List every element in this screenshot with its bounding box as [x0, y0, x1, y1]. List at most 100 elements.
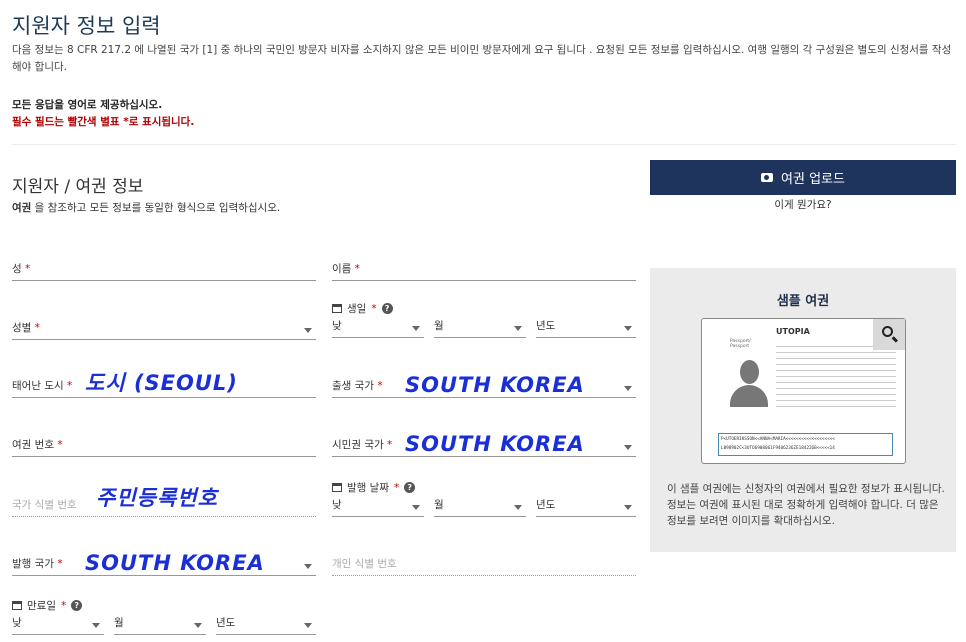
- chevron-down-icon: [624, 445, 632, 450]
- expiry-date-label: 만료일 *?: [12, 598, 83, 613]
- handwritten-national-id: 주민등록번호: [96, 486, 218, 510]
- calendar-icon: [12, 601, 22, 610]
- issue-day-select[interactable]: 낮: [332, 499, 424, 517]
- birth-day-select[interactable]: 낮: [332, 320, 424, 338]
- chevron-down-icon: [514, 326, 522, 331]
- birth-city-label: 태어난 도시: [12, 380, 64, 392]
- surname-label: 성: [12, 263, 22, 275]
- month-label: 월: [114, 617, 124, 629]
- upload-passport-button[interactable]: 여권 업로드: [650, 160, 956, 195]
- year-label: 년도: [536, 499, 556, 511]
- zoom-icon[interactable]: [873, 319, 905, 350]
- mrz-box: P<UTOERIKSSON<<ANNA<MARIA<<<<<<<<<<<<<<<…: [718, 433, 893, 456]
- sex-select[interactable]: 성별 *: [12, 322, 316, 340]
- handwritten-citizenship: SOUTH KOREA: [405, 432, 585, 456]
- upload-label: 여권 업로드: [781, 172, 845, 187]
- calendar-icon: [332, 483, 342, 492]
- passport-number-field[interactable]: 여권 번호 *: [12, 439, 316, 457]
- issue-month-select[interactable]: 월: [434, 499, 526, 517]
- expiry-date-text: 만료일: [27, 600, 56, 612]
- help-icon[interactable]: ?: [404, 482, 416, 493]
- chevron-down-icon: [412, 505, 420, 510]
- sample-title: 샘플 여권: [776, 294, 830, 309]
- camera-icon: [761, 173, 774, 182]
- help-icon[interactable]: ?: [71, 600, 83, 611]
- chevron-down-icon: [304, 328, 312, 333]
- birth-year-select[interactable]: 년도: [536, 320, 636, 338]
- required-star: *: [25, 263, 31, 275]
- personal-id-field[interactable]: 개인 식별 번호: [332, 558, 636, 576]
- birth-date-text: 생일: [347, 303, 367, 315]
- passport-details: [776, 341, 896, 411]
- passport-number-label: 여권 번호: [12, 439, 54, 451]
- month-label: 월: [434, 320, 444, 332]
- issue-date-text: 발행 날짜: [347, 482, 389, 494]
- required-star: *: [371, 302, 377, 315]
- sub-rest: 을 참조하고 모든 정보를 동일한 형식으로 입력하십시오.: [31, 202, 281, 214]
- required-star: *: [377, 380, 383, 392]
- handwritten-birth-city: 도시 (SEOUL): [85, 371, 238, 395]
- divider: [12, 144, 956, 145]
- birth-date-label: 생일 *?: [332, 301, 393, 316]
- chevron-down-icon: [624, 326, 632, 331]
- calendar-icon: [332, 304, 342, 313]
- personal-id-label: 개인 식별 번호: [332, 558, 397, 570]
- month-label: 월: [434, 499, 444, 511]
- help-icon[interactable]: ?: [381, 303, 393, 314]
- sample-description: 이 샘플 여권에는 신청자의 여권에서 필요한 정보가 표시됩니다. 정보는 여…: [667, 483, 945, 527]
- birth-city-field[interactable]: 태어난 도시 * 도시 (SEOUL): [12, 371, 316, 398]
- required-star: *: [66, 380, 73, 392]
- national-id-label: 국가 식별 번호: [12, 499, 77, 511]
- sample-passport-image[interactable]: UTOPIA Passport/ Passport P<UTOERIKSSON<…: [701, 318, 906, 464]
- required-star: *: [57, 558, 63, 570]
- mrz-line-2: L898902C<3UTO6908061F9406236ZE184226B<<<…: [721, 446, 835, 451]
- birth-month-select[interactable]: 월: [434, 320, 526, 338]
- issue-country-label: 발행 국가: [12, 558, 54, 570]
- expiry-day-select[interactable]: 낮: [12, 617, 104, 635]
- required-star: *: [393, 481, 400, 494]
- citizenship-label: 시민권 국가: [332, 439, 384, 451]
- chevron-down-icon: [514, 505, 522, 510]
- expiry-year-select[interactable]: 년도: [216, 617, 316, 635]
- passport-country: UTOPIA: [776, 327, 810, 336]
- section-subtitle: 여권 을 참조하고 모든 정보를 동일한 형식으로 입력하십시오.: [12, 200, 280, 215]
- year-label: 년도: [536, 320, 556, 332]
- passport-word: 여권: [12, 202, 32, 214]
- passport-word: Passport/ Passport: [730, 339, 751, 349]
- given-name-label: 이름: [332, 263, 352, 275]
- sex-label: 성별: [12, 322, 32, 334]
- chevron-down-icon: [194, 623, 202, 628]
- required-star: *: [60, 599, 67, 612]
- citizenship-select[interactable]: 시민권 국가 * SOUTH KOREA: [332, 432, 636, 457]
- day-label: 낮: [12, 617, 22, 629]
- day-label: 낮: [332, 320, 342, 332]
- required-star: *: [34, 322, 40, 334]
- issue-year-select[interactable]: 년도: [536, 499, 636, 517]
- required-star: *: [354, 263, 360, 275]
- issue-date-label: 발행 날짜 *?: [332, 480, 416, 495]
- national-id-field[interactable]: 국가 식별 번호 주민등록번호: [12, 486, 316, 517]
- handwritten-birth-country: SOUTH KOREA: [405, 373, 585, 397]
- day-label: 낮: [332, 499, 342, 511]
- page-title: 지원자 정보 입력: [12, 14, 161, 38]
- birth-country-select[interactable]: 출생 국가 * SOUTH KOREA: [332, 373, 636, 398]
- year-label: 년도: [216, 617, 236, 629]
- chevron-down-icon: [92, 623, 100, 628]
- surname-field[interactable]: 성 *: [12, 263, 316, 281]
- birth-country-label: 출생 국가: [332, 380, 374, 392]
- required-star: *: [386, 439, 393, 451]
- person-silhouette-icon: [730, 360, 768, 410]
- chevron-down-icon: [304, 564, 312, 569]
- what-is-this-link[interactable]: 이게 뭔가요?: [650, 197, 956, 212]
- given-name-field[interactable]: 이름 *: [332, 263, 636, 281]
- expiry-month-select[interactable]: 월: [114, 617, 206, 635]
- sample-passport-panel: 샘플 여권 UTOPIA Passport/ Passport P<UTOERI…: [650, 268, 956, 552]
- english-note: 모든 응답을 영어로 제공하십시오.: [12, 99, 163, 111]
- chevron-down-icon: [304, 623, 312, 628]
- chevron-down-icon: [624, 505, 632, 510]
- required-star: *: [57, 439, 63, 451]
- issue-country-select[interactable]: 발행 국가 * SOUTH KOREA: [12, 551, 316, 576]
- intro-text: 다음 정보는 8 CFR 217.2 에 나열된 국가 [1] 중 하나의 국민…: [12, 44, 952, 73]
- mrz-line-1: P<UTOERIKSSON<<ANNA<MARIA<<<<<<<<<<<<<<<…: [721, 437, 835, 442]
- chevron-down-icon: [412, 326, 420, 331]
